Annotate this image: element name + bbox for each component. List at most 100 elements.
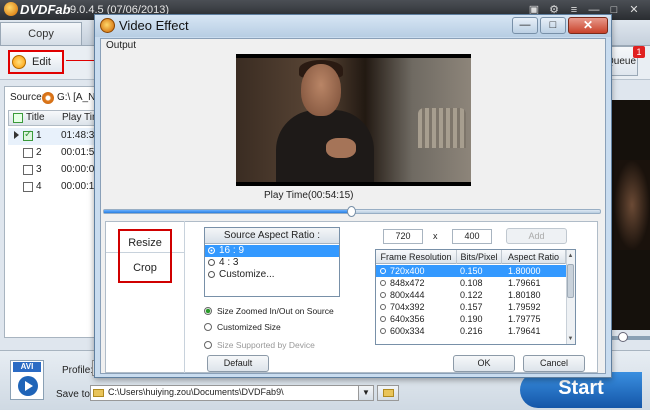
dimension-separator: x: [433, 231, 438, 241]
frame-resolution-cell: 640x356: [390, 314, 425, 324]
title-checkbox[interactable]: [23, 129, 33, 141]
radio-icon: [380, 268, 386, 274]
table-row[interactable]: 2 00:01:57: [8, 145, 100, 162]
table-row[interactable]: 3 00:00:09: [8, 162, 100, 179]
size-option-device: Size Supported by Device: [204, 340, 315, 350]
title-number: 4: [36, 181, 42, 192]
bits-pixel-cell: 0.122: [460, 290, 483, 300]
cancel-button[interactable]: Cancel: [523, 355, 585, 372]
aspect-ratio-cell: 1.80180: [508, 290, 541, 300]
seek-slider-handle[interactable]: [347, 206, 356, 217]
table-row[interactable]: 720x400 0.150 1.80000: [376, 265, 566, 277]
letterbox-bottom: [236, 182, 471, 186]
bits-pixel-cell: 0.216: [460, 326, 483, 336]
app-close-button[interactable]: ✕: [626, 2, 642, 18]
bits-pixel-cell: 0.190: [460, 314, 483, 324]
frame-resolution-cell: 600x334: [390, 326, 425, 336]
title-checkbox[interactable]: [23, 182, 33, 192]
frame-resolution-cell: 720x400: [390, 266, 425, 276]
save-to-label: Save to:: [56, 389, 93, 400]
preview-slider-handle[interactable]: [618, 332, 628, 342]
aspect-option-4-3[interactable]: 4 : 3: [205, 257, 339, 269]
aspect-option-label: 4 : 3: [219, 257, 239, 268]
width-input[interactable]: 720: [383, 229, 423, 244]
preview-scene-image: [614, 160, 650, 250]
dvdfab-logo-icon: [4, 2, 18, 16]
table-row[interactable]: 704x392 0.157 1.79592: [376, 301, 566, 313]
frame-resolution-cell: 848x472: [390, 278, 425, 288]
scroll-up-icon[interactable]: ▲: [567, 251, 574, 261]
radio-icon: [380, 316, 386, 322]
title-checkbox[interactable]: [23, 165, 33, 175]
dialog-close-button[interactable]: ✕: [568, 17, 608, 34]
resolution-table-header: Frame Resolution Bits/Pixel Aspect Ratio: [376, 250, 566, 264]
aspect-ratio-cell: 1.79775: [508, 314, 541, 324]
tab-crop[interactable]: Crop: [118, 253, 172, 283]
title-number: 3: [36, 164, 42, 175]
size-option-label: Customized Size: [217, 322, 281, 332]
preview-person-hands-image: [326, 138, 356, 158]
tab-resize[interactable]: Resize: [118, 229, 172, 253]
ok-button[interactable]: OK: [453, 355, 515, 372]
radio-icon: [380, 328, 386, 334]
aspect-option-customize[interactable]: Customize...: [205, 269, 339, 281]
disc-icon: [42, 92, 54, 104]
radio-icon: [208, 259, 215, 266]
size-option-zoomed[interactable]: Size Zoomed In/Out on Source: [204, 306, 334, 316]
table-row[interactable]: 640x356 0.190 1.79775: [376, 313, 566, 325]
preview-building-image: [418, 108, 466, 148]
profile-label: Profile:: [62, 365, 94, 376]
save-to-dropdown-button[interactable]: ▼: [358, 386, 373, 400]
dialog-minimize-button[interactable]: —: [512, 17, 538, 34]
add-resolution-button[interactable]: Add: [506, 228, 567, 244]
radio-icon: [204, 341, 212, 349]
height-input[interactable]: 400: [452, 229, 492, 244]
dialog-maximize-button[interactable]: □: [540, 17, 566, 34]
tab-copy[interactable]: Copy: [0, 22, 82, 46]
avi-format-label: AVI: [13, 362, 41, 372]
scroll-down-icon[interactable]: ▼: [567, 334, 574, 344]
aspect-ratio-cell: 1.79661: [508, 278, 541, 288]
radio-selected-icon: [204, 307, 212, 315]
aspect-ratio-cell: 1.79641: [508, 326, 541, 336]
radio-icon: [204, 323, 212, 331]
title-checkbox[interactable]: [23, 148, 33, 158]
aspect-ratio-cell: 1.79592: [508, 302, 541, 312]
save-to-path: C:\Users\huiying.zou\Documents\DVDFab9\: [108, 387, 284, 397]
column-header-aspect-ratio[interactable]: Aspect Ratio: [502, 250, 566, 264]
preview-person-body-image: [276, 110, 374, 186]
default-button[interactable]: Default: [207, 355, 269, 372]
side-tab-divider: [184, 221, 185, 373]
play-triangle-icon: [25, 381, 33, 391]
preview-person-face-image: [301, 64, 341, 116]
table-row[interactable]: 800x444 0.122 1.80180: [376, 289, 566, 301]
title-number: 2: [36, 147, 42, 158]
radio-icon: [208, 271, 215, 278]
seek-progress: [104, 210, 352, 213]
bits-pixel-cell: 0.157: [460, 302, 483, 312]
scrollbar-thumb[interactable]: [567, 264, 574, 298]
radio-icon: [208, 247, 215, 254]
radio-icon: [380, 280, 386, 286]
size-option-label: Size Zoomed In/Out on Source: [217, 306, 334, 316]
queue-count-badge: 1: [633, 46, 645, 58]
select-all-checkbox[interactable]: [13, 113, 23, 123]
size-option-label: Size Supported by Device: [217, 340, 315, 350]
column-header-title[interactable]: Title: [26, 112, 45, 123]
aspect-option-label: 16 : 9: [219, 245, 245, 256]
bits-pixel-cell: 0.108: [460, 278, 483, 288]
folder-icon: [93, 389, 104, 397]
letterbox-top: [236, 54, 471, 58]
size-option-customized[interactable]: Customized Size: [204, 322, 281, 332]
column-header-frame-resolution[interactable]: Frame Resolution: [376, 250, 457, 264]
table-row[interactable]: 1 01:48:30: [8, 128, 100, 145]
column-header-bits-pixel[interactable]: Bits/Pixel: [457, 250, 502, 264]
open-folder-icon: [383, 389, 394, 397]
radio-icon: [380, 304, 386, 310]
aspect-option-16-9[interactable]: 16 : 9: [205, 245, 339, 257]
table-row[interactable]: 4 00:00:14: [8, 179, 100, 196]
table-row[interactable]: 848x472 0.108 1.79661: [376, 277, 566, 289]
playing-indicator-icon: [14, 131, 19, 139]
table-row[interactable]: 600x334 0.216 1.79641: [376, 325, 566, 337]
aspect-option-label: Customize...: [219, 269, 275, 280]
